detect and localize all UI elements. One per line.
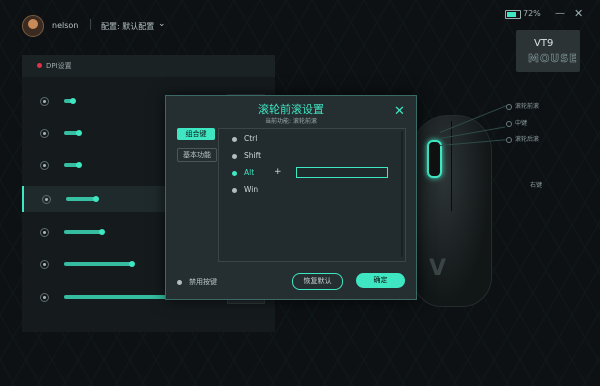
dpi-slider-fill: [64, 262, 132, 266]
mouse-logo-icon: V: [429, 256, 447, 281]
disable-key-option[interactable]: 禁用按键: [177, 277, 217, 287]
radio-icon: [506, 103, 512, 110]
device-brand-card: VT9 MOUSE: [516, 30, 580, 72]
plus-icon: +: [274, 167, 282, 177]
radio-icon[interactable]: [40, 161, 49, 170]
radio-icon[interactable]: [40, 228, 49, 237]
minimize-button[interactable]: —: [555, 8, 565, 19]
dpi-slider-handle[interactable]: [76, 162, 82, 168]
mouse-button-split: [451, 121, 452, 211]
battery-percentage: 72%: [523, 9, 541, 18]
label-middle-button[interactable]: 中键: [506, 118, 527, 127]
modifier-key-list: Ctrl Shift Alt + Win: [218, 128, 406, 262]
divider: [90, 19, 91, 30]
dialog-title: 滚轮前滚设置: [258, 103, 324, 116]
key-option-ctrl[interactable]: Ctrl: [219, 131, 405, 147]
device-model: VT9: [534, 38, 554, 49]
dpi-slider-handle[interactable]: [70, 98, 76, 104]
tab-basic-functions[interactable]: 基本功能: [177, 148, 217, 162]
key-label: Shift: [244, 151, 262, 160]
label-scroll-back[interactable]: 滚轮后滚: [506, 134, 539, 143]
dpi-panel-header: DPI设置: [22, 55, 275, 77]
dpi-slider-fill: [64, 230, 102, 234]
device-line: MOUSE: [528, 52, 578, 66]
dialog-subtitle: 当前功能: 滚轮前滚: [265, 118, 317, 125]
key-label: Ctrl: [244, 134, 258, 143]
config-selector[interactable]: 配置: 默认配置: [101, 21, 154, 32]
radio-icon: [232, 171, 237, 176]
scroll-forward-settings-dialog: 滚轮前滚设置 当前功能: 滚轮前滚 ✕ 组合键 基本功能 Ctrl Shift …: [165, 95, 417, 300]
scrollbar[interactable]: [401, 131, 403, 257]
dpi-slider-handle[interactable]: [129, 261, 135, 267]
window-close-button[interactable]: ✕: [574, 7, 583, 20]
dpi-slider-handle[interactable]: [76, 130, 82, 136]
restore-default-button[interactable]: 恢复默认: [292, 273, 343, 290]
label-scroll-forward[interactable]: 滚轮前滚: [506, 101, 539, 110]
disable-key-label: 禁用按键: [189, 278, 217, 286]
chevron-down-icon[interactable]: ⌄: [158, 19, 166, 29]
radio-icon[interactable]: [40, 260, 49, 269]
key-option-shift[interactable]: Shift: [219, 148, 405, 164]
key-option-alt[interactable]: Alt +: [219, 165, 405, 181]
label-text: 右键: [530, 182, 543, 189]
radio-icon: [232, 137, 237, 142]
radio-icon: [232, 154, 237, 159]
key-input[interactable]: [296, 167, 388, 178]
dpi-slider-handle[interactable]: [93, 196, 99, 202]
username: nelson: [52, 21, 79, 30]
radio-icon[interactable]: [40, 129, 49, 138]
key-label: Win: [244, 185, 259, 194]
label-right-button[interactable]: 右键: [530, 180, 542, 189]
radio-icon[interactable]: [42, 195, 51, 204]
radio-icon: [177, 279, 182, 285]
close-icon[interactable]: ✕: [394, 105, 405, 118]
radio-icon: [506, 136, 512, 143]
radio-icon: [232, 188, 237, 193]
radio-icon[interactable]: [40, 293, 49, 302]
label-text: 滚轮前滚: [515, 103, 540, 110]
confirm-button[interactable]: 确定: [356, 273, 405, 288]
avatar[interactable]: [22, 15, 44, 37]
dpi-slider-fill: [66, 197, 96, 201]
dpi-panel-title: DPI设置: [46, 62, 72, 70]
tab-combo-keys[interactable]: 组合键: [177, 128, 215, 140]
radio-icon[interactable]: [40, 97, 49, 106]
status-dot-icon: [37, 63, 42, 68]
top-bar: nelson 配置: 默认配置 ⌄ 72% — ✕: [0, 0, 600, 50]
key-option-win[interactable]: Win: [219, 182, 405, 198]
dpi-slider-handle[interactable]: [99, 229, 105, 235]
key-label: Alt: [244, 168, 255, 177]
label-text: 中键: [515, 120, 528, 127]
dpi-slider-fill: [64, 295, 169, 299]
label-text: 滚轮后滚: [515, 136, 540, 143]
battery-icon: [505, 10, 521, 19]
radio-icon: [506, 120, 512, 127]
